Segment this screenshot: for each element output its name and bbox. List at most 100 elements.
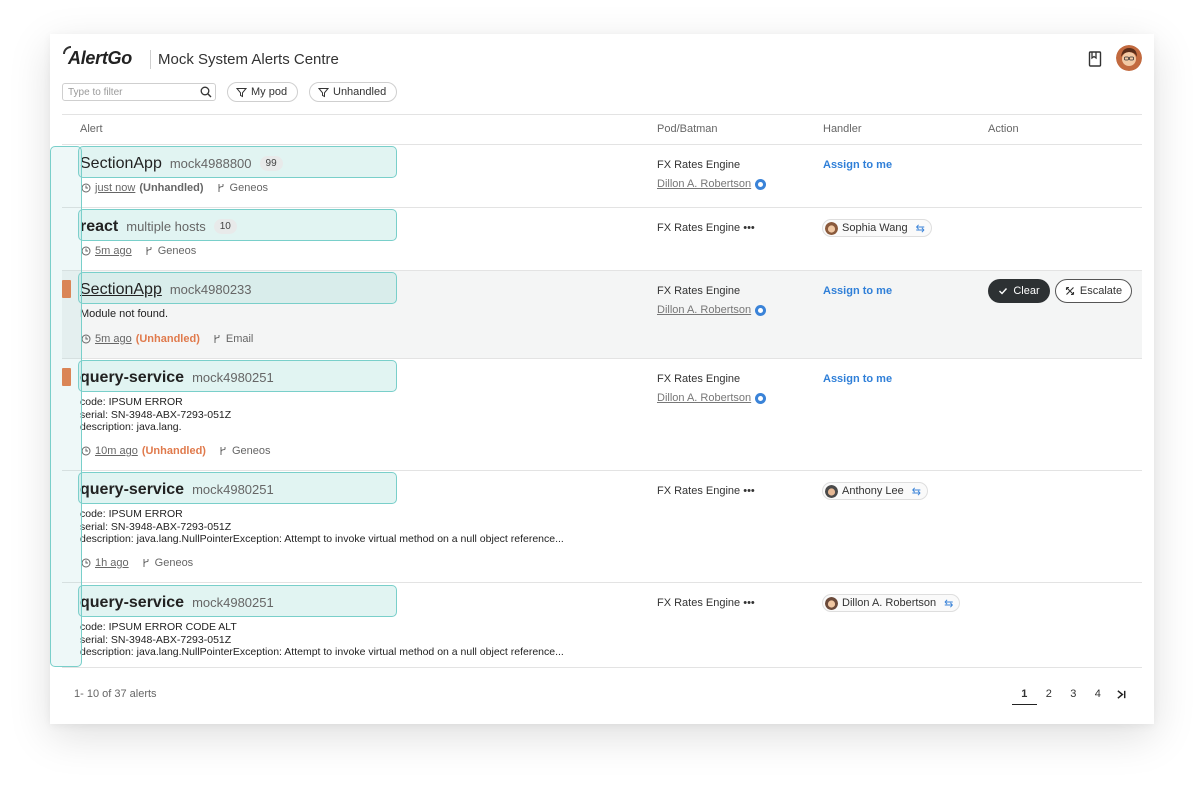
escalate-button[interactable]: Escalate [1055,279,1132,303]
assign-to-me-link[interactable]: Assign to me [823,285,892,297]
logo[interactable]: AlertGo [68,48,132,69]
alert-name: query-service [80,594,185,611]
alert-meta: 5m ago (Unhandled) Email [81,333,253,345]
alert-title[interactable]: SectionApp mock4980233 [80,281,252,299]
alert-meta: 1h ago Geneos [81,557,193,569]
batman-name[interactable]: Dillon A. Robertson [657,392,767,404]
column-header-handler[interactable]: Handler [823,123,862,135]
alert-meta: 10m ago (Unhandled) Geneos [81,445,271,457]
filter-bar: My pod Unhandled [62,82,462,104]
reassign-icon[interactable]: ⇆ [916,222,925,235]
user-avatar[interactable] [1116,45,1142,71]
clear-button[interactable]: Clear [988,279,1050,303]
alert-time[interactable]: 1h ago [95,557,129,569]
table-row[interactable]: query-service mock4980251 code: IPSUM ER… [62,471,1142,583]
alert-time[interactable]: 5m ago [95,245,132,257]
alert-source-label: Geneos [157,245,197,257]
alert-source: Geneos [141,557,194,569]
handler-avatar [825,484,838,498]
batman-label: Dillon A. Robertson [657,304,752,316]
clock-icon [81,446,91,456]
alert-title[interactable]: query-service mock4980251 [80,369,274,387]
assign-to-me-link[interactable]: Assign to me [823,373,892,385]
alert-host: mock4988800 [169,156,252,171]
alert-time[interactable]: 5m ago [95,333,132,345]
unhandled-status: (Unhandled) [139,182,204,194]
alert-time[interactable]: just now [95,182,135,194]
table-row[interactable]: query-service mock4980251 code: IPSUM ER… [62,359,1142,471]
alert-name: SectionApp [80,281,162,298]
alert-source-label: Geneos [229,182,269,194]
severity-column-highlight [50,146,82,667]
source-branch-icon [146,247,152,255]
source-branch-icon [143,559,149,567]
pod-name: FX Rates Engine [657,285,741,297]
page-1-button[interactable]: 1 [1012,688,1037,705]
batman-label: Dillon A. Robertson [657,178,752,190]
pod-name[interactable]: FX Rates Engine ••• [657,597,755,609]
chip-label: Unhandled [333,86,387,98]
alert-title[interactable]: query-service mock4980251 [80,594,274,612]
pod-name[interactable]: FX Rates Engine ••• [657,485,755,497]
chat-icon[interactable] [755,392,767,404]
unhandled-status: (Unhandled) [141,445,206,457]
search-input[interactable] [68,87,193,98]
clock-icon [81,246,91,256]
check-icon [999,288,1008,295]
handler-avatar [825,221,838,235]
alert-host: mock4980251 [192,370,274,385]
alert-source: Geneos [144,245,197,257]
alert-host: multiple hosts [126,219,206,234]
alerts-panel: AlertGo Mock System Alerts Centre Type t… [50,34,1154,724]
table-row[interactable]: SectionApp mock4980233 Module not found.… [62,271,1142,359]
my-pod-filter-chip[interactable]: My pod [227,82,299,102]
alert-title[interactable]: SectionApp mock4988800 99 [80,155,283,173]
pod-name: FX Rates Engine [657,159,741,171]
app-header: AlertGo Mock System Alerts Centre [50,34,1154,82]
table-row[interactable]: query-service mock4980251 code: IPSUM ER… [62,583,1142,668]
alert-title[interactable]: query-service mock4980251 [80,481,274,499]
alert-title[interactable]: react multiple hosts 10 [80,218,237,236]
alert-meta: just now (Unhandled) Geneos [81,182,268,194]
source-branch-icon [220,447,226,455]
unhandled-filter-chip[interactable]: Unhandled [309,82,398,102]
search-box [62,83,216,101]
column-header-pod[interactable]: Pod/Batman [657,123,718,135]
page-3-button[interactable]: 3 [1061,688,1086,705]
batman-name[interactable]: Dillon A. Robertson [657,178,767,190]
reassign-icon[interactable]: ⇆ [912,485,921,498]
column-header-action: Action [988,123,1019,135]
page-2-button[interactable]: 2 [1037,688,1062,705]
search-icon[interactable] [200,86,212,98]
table-row[interactable]: SectionApp mock4988800 99 just now (Unha… [62,145,1142,208]
alert-description: code: IPSUM ERROR CODE ALT serial: SN-39… [80,621,564,658]
escalate-label: Escalate [1079,285,1123,297]
alert-source: Email [212,333,253,345]
bookmark-icon[interactable] [1088,51,1102,67]
alert-name: query-service [80,369,185,386]
chat-icon[interactable] [755,178,767,190]
clock-icon [81,558,91,568]
alert-time[interactable]: 10m ago [95,445,138,457]
clock-icon [81,334,91,344]
alert-source-label: Geneos [154,557,194,569]
handler-chip[interactable]: Sophia Wang ⇆ [822,219,932,237]
alert-host: mock4980251 [192,482,274,497]
table-row[interactable]: react multiple hosts 10 5m ago Geneos FX… [62,208,1142,271]
alert-source: Geneos [216,182,269,194]
handler-chip[interactable]: Anthony Lee ⇆ [822,482,928,500]
handler-chip[interactable]: Dillon A. Robertson ⇆ [822,594,961,612]
reassign-icon[interactable]: ⇆ [944,597,953,610]
filter-icon [318,87,329,97]
filter-icon [236,87,247,97]
page-4-button[interactable]: 4 [1086,688,1111,705]
batman-name[interactable]: Dillon A. Robertson [657,304,767,316]
alert-source-label: Geneos [231,445,271,457]
last-page-icon[interactable] [1110,688,1132,705]
pod-name[interactable]: FX Rates Engine ••• [657,222,755,234]
alert-host: mock4980233 [169,282,252,297]
assign-to-me-link[interactable]: Assign to me [823,159,892,171]
alert-description: code: IPSUM ERROR serial: SN-3948-ABX-72… [80,396,232,433]
chat-icon[interactable] [755,304,767,316]
column-header-alert[interactable]: Alert [80,123,103,135]
